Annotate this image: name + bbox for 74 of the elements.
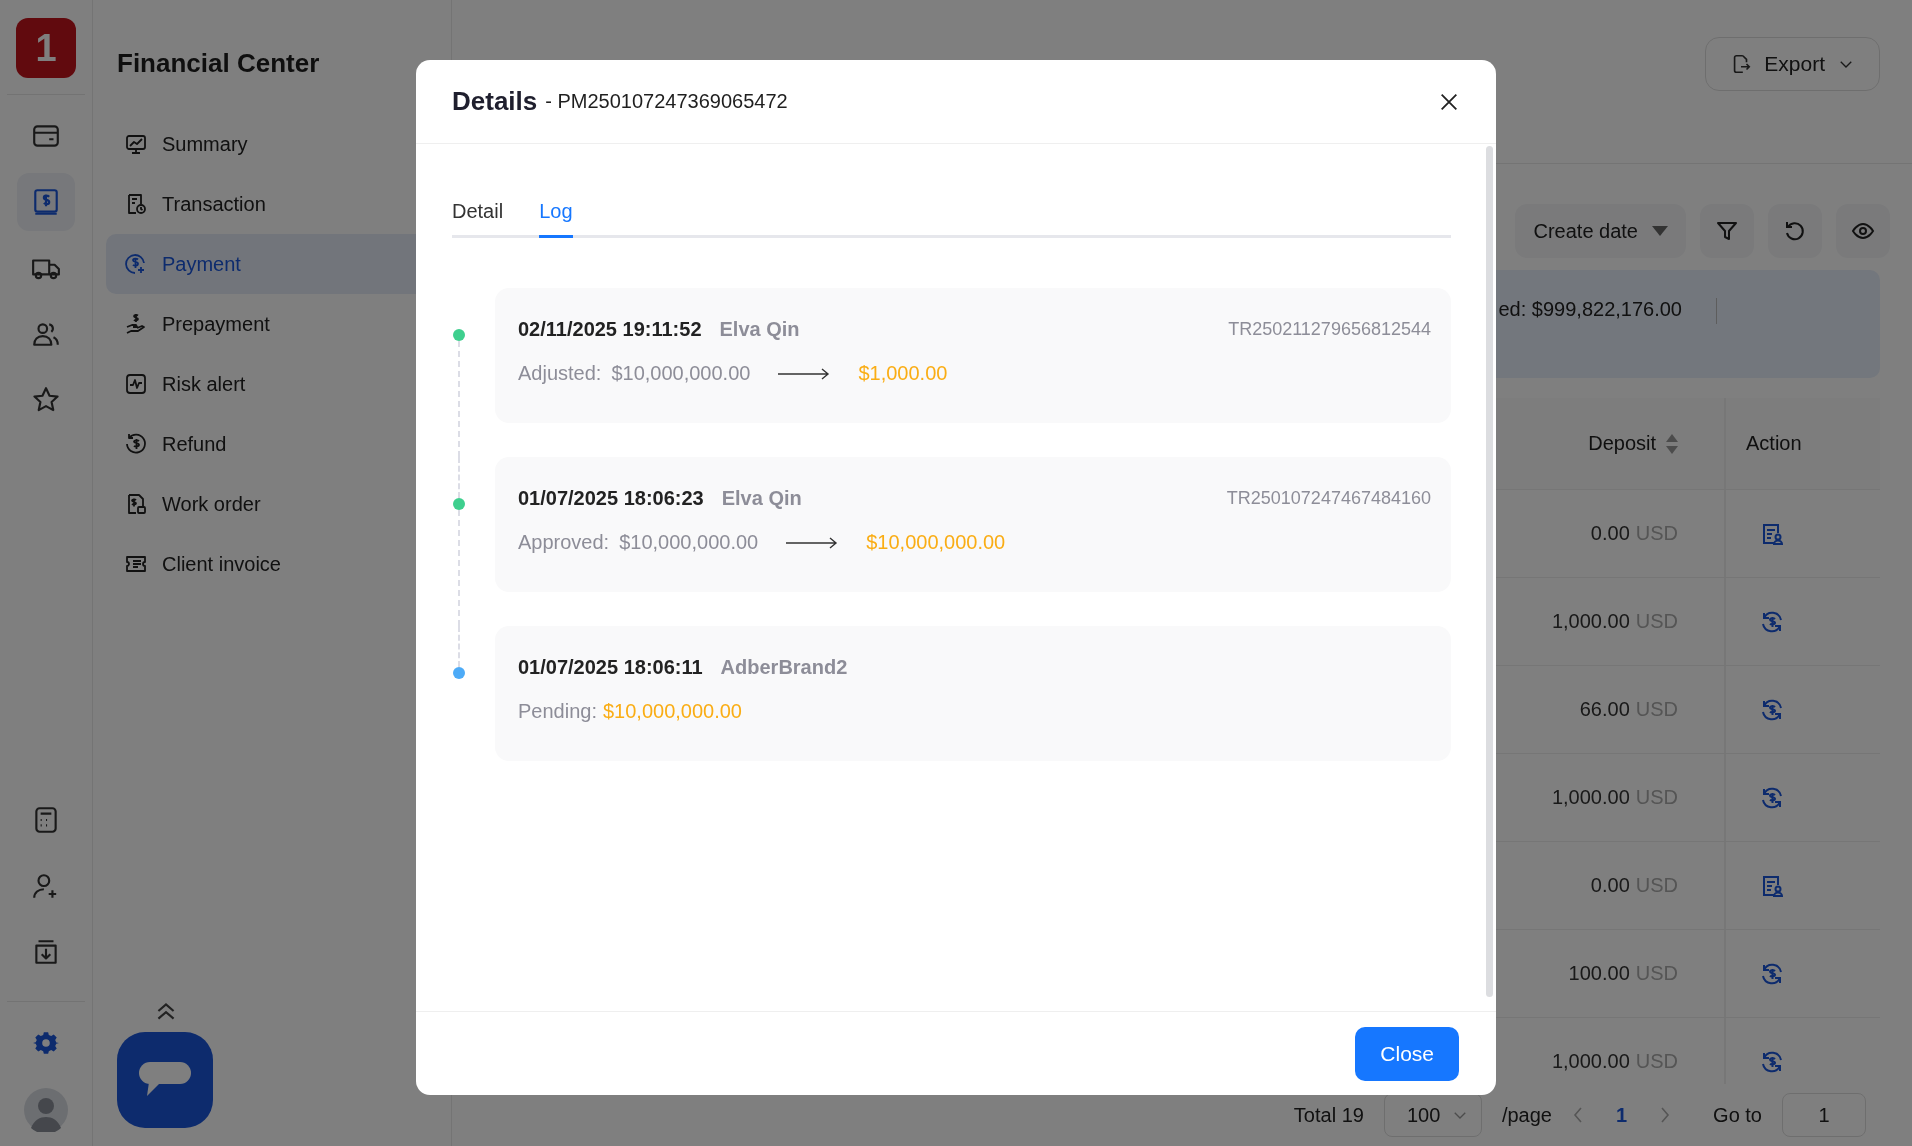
sidebar-item[interactable]: Risk alert	[106, 354, 451, 414]
sidebar-item[interactable]: Client invoice	[106, 534, 451, 594]
hand-icon	[124, 312, 148, 336]
old-amount: $10,000,000.00	[619, 531, 759, 554]
filter-icon	[1715, 219, 1739, 243]
section-title: Financial Center	[116, 47, 321, 79]
refresh-icon	[1783, 219, 1807, 243]
page-number[interactable]: 1	[1603, 1103, 1640, 1127]
table-cell: 1,000.00	[1551, 610, 1630, 633]
sort-icon[interactable]	[1666, 433, 1678, 454]
refund-icon	[124, 432, 148, 456]
column-header: Action	[1746, 432, 1802, 455]
per-page-label: /page	[1501, 1103, 1552, 1127]
sort-select[interactable]: Create date	[1515, 204, 1686, 258]
new-amount: $10,000,000.00	[866, 531, 1006, 554]
dollar-nav-icon[interactable]	[17, 173, 75, 231]
refund-icon[interactable]	[1760, 785, 1784, 810]
status-label: Pending:	[518, 700, 597, 723]
table-cell: 1,000.00	[1551, 786, 1630, 809]
chat-button[interactable]	[117, 1032, 213, 1128]
refund-icon[interactable]	[1760, 697, 1784, 722]
transaction-id: TR250107247467484160	[1226, 488, 1431, 509]
next-page-icon[interactable]	[1659, 1105, 1672, 1125]
old-amount: $10,000,000.00	[611, 362, 751, 385]
total-count: Total 19	[1293, 1103, 1364, 1127]
document-user-icon[interactable]	[1760, 521, 1784, 546]
table-cell: 1,000.00	[1551, 1050, 1630, 1073]
refund-icon[interactable]	[1760, 609, 1784, 634]
scrollbar[interactable]	[1486, 146, 1493, 997]
refund-icon[interactable]	[1760, 1049, 1784, 1074]
caret-down-icon	[1652, 226, 1668, 236]
user-avatar[interactable]	[24, 1088, 68, 1132]
table-cell: 0.00	[1590, 522, 1630, 545]
table-cell: 66.00	[1579, 698, 1630, 721]
table-cell: 0.00	[1590, 874, 1630, 897]
refund-icon[interactable]	[1760, 961, 1784, 986]
previous-page-icon[interactable]	[1571, 1105, 1584, 1125]
arrow-icon	[778, 367, 831, 380]
pulse-icon	[124, 372, 148, 396]
summary-text: ed: $999,822,176.00	[1498, 298, 1682, 321]
column-header[interactable]: Deposit	[1588, 432, 1656, 455]
tab[interactable]: Detail	[452, 200, 504, 238]
go-to-label: Go to	[1713, 1103, 1762, 1127]
log-time: 01/07/2025 18:06:23	[518, 487, 704, 510]
arrow-icon	[786, 536, 839, 549]
new-amount: $1,000.00	[858, 362, 948, 385]
status-label: Approved:	[518, 531, 610, 554]
log-user: AdberBrand2	[720, 656, 848, 679]
document-user-icon[interactable]	[1760, 873, 1784, 898]
tab[interactable]: Log	[539, 200, 573, 238]
filter-button[interactable]	[1700, 204, 1754, 258]
status-label: Adjusted:	[518, 362, 602, 385]
sidebar-item[interactable]: Refund	[106, 414, 451, 474]
log-user: Elva Qin	[721, 487, 802, 510]
amount: $10,000,000.00	[602, 700, 742, 723]
refresh-button[interactable]	[1768, 204, 1822, 258]
page-input[interactable]: 1	[1782, 1093, 1866, 1137]
chart-icon	[124, 132, 148, 156]
log-user: Elva Qin	[719, 318, 800, 341]
export-button[interactable]: Export	[1705, 37, 1880, 91]
sidebar-item[interactable]: Prepayment	[106, 294, 451, 354]
transaction-id: TR250211279656812544	[1228, 319, 1431, 340]
view-button[interactable]	[1836, 204, 1890, 258]
coin-icon	[124, 252, 148, 276]
sidebar-item[interactable]: Summary	[106, 114, 451, 174]
app-logo[interactable]: 1	[16, 18, 76, 78]
log-time: 02/11/2025 19:11:52	[518, 318, 702, 341]
payment-id: - PM250107247369065472	[545, 90, 788, 113]
sidebar-item[interactable]: Work order	[106, 474, 451, 534]
table-cell: 100.00	[1568, 962, 1630, 985]
close-button[interactable]: Close	[1355, 1026, 1459, 1081]
dialog-title: Details	[452, 86, 538, 117]
log-time: 01/07/2025 18:06:11	[518, 656, 703, 679]
sidebar-item[interactable]: Transaction	[106, 174, 451, 234]
